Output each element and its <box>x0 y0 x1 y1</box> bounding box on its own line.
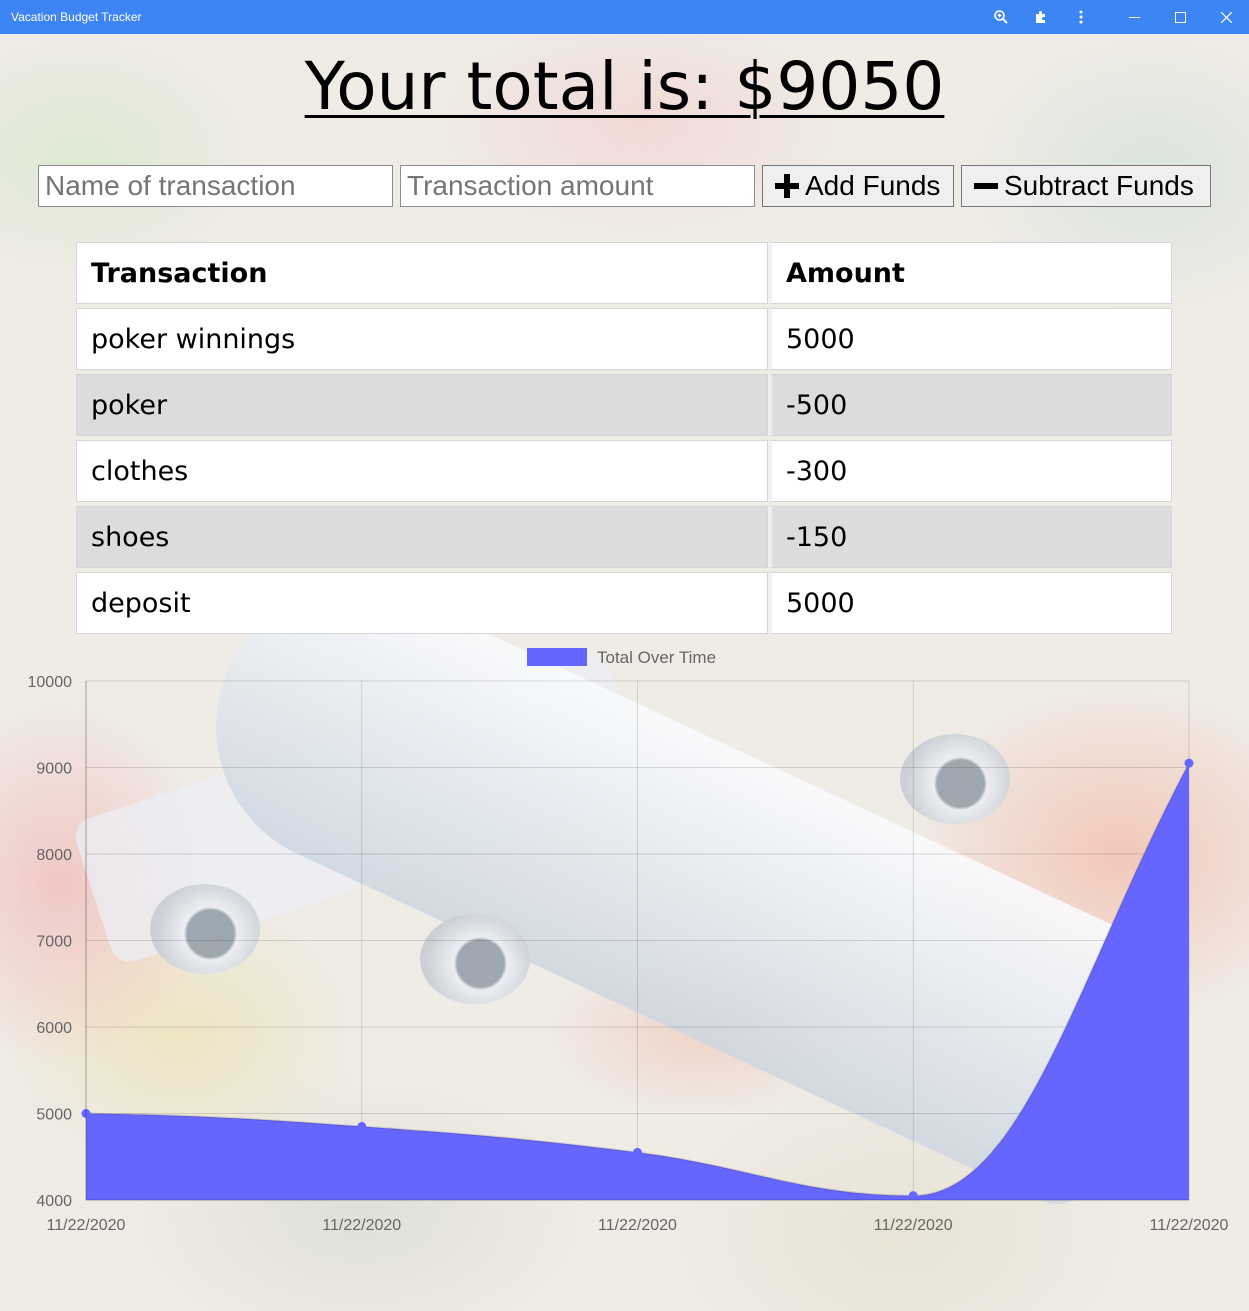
transactions-table: Transaction Amount poker winnings 5000 p… <box>76 238 1172 638</box>
data-point <box>1184 758 1194 768</box>
maximize-icon[interactable] <box>1157 0 1203 34</box>
chart-canvas: 4000 5000 6000 7000 8000 9000 10000 11/22/2020 1… <box>28 648 1229 1234</box>
header-amount: Amount <box>768 242 1172 304</box>
extensions-icon[interactable] <box>1021 0 1061 34</box>
x-tick-label: 11/22/2020 <box>1150 1217 1229 1234</box>
transaction-form: Add Funds Subtract Funds <box>38 165 1211 207</box>
transaction-amount: 5000 <box>768 572 1172 634</box>
table-row: deposit 5000 <box>76 572 1172 634</box>
subtract-funds-button[interactable]: Subtract Funds <box>961 165 1211 207</box>
table-header-row: Transaction Amount <box>76 242 1172 304</box>
zoom-icon[interactable] <box>981 0 1021 34</box>
table-row: shoes -150 <box>76 506 1172 568</box>
minimize-icon[interactable] <box>1111 0 1157 34</box>
transaction-amount: -150 <box>768 506 1172 568</box>
y-tick-label: 6000 <box>36 1020 72 1037</box>
y-tick-label: 9000 <box>36 761 72 778</box>
menu-icon[interactable] <box>1061 0 1101 34</box>
total-over-time-chart: 4000 5000 6000 7000 8000 9000 10000 11/22/2020 1… <box>0 634 1249 1254</box>
add-funds-button[interactable]: Add Funds <box>762 165 954 207</box>
app-main: Your total is: $9050 Add Funds Subtract … <box>0 34 1249 1311</box>
x-tick-label: 11/22/2020 <box>598 1217 677 1234</box>
transaction-amount: -300 <box>768 440 1172 502</box>
table-row: clothes -300 <box>76 440 1172 502</box>
y-tick-label: 8000 <box>36 847 72 864</box>
legend-swatch <box>527 648 587 666</box>
data-point <box>357 1121 367 1131</box>
data-point <box>908 1191 918 1201</box>
transaction-name: clothes <box>76 440 768 502</box>
y-tick-label: 10000 <box>28 674 73 691</box>
header-transaction: Transaction <box>76 242 768 304</box>
y-tick-label: 7000 <box>36 934 72 951</box>
total-heading: Your total is: $9050 <box>0 48 1249 125</box>
x-tick-label: 11/22/2020 <box>322 1217 401 1234</box>
close-icon[interactable] <box>1203 0 1249 34</box>
table-row: poker winnings 5000 <box>76 308 1172 370</box>
transaction-amount: -500 <box>768 374 1172 436</box>
subtract-funds-label: Subtract Funds <box>1004 170 1194 201</box>
plus-icon <box>775 174 799 198</box>
window-titlebar: Vacation Budget Tracker <box>0 0 1249 34</box>
data-point <box>633 1147 642 1157</box>
y-tick-label: 4000 <box>36 1193 72 1210</box>
minus-icon <box>974 174 998 198</box>
window-title: Vacation Budget Tracker <box>11 10 142 24</box>
y-tick-label: 5000 <box>36 1107 72 1124</box>
transaction-name: poker <box>76 374 768 436</box>
transaction-name-input[interactable] <box>38 165 393 207</box>
transaction-amount: 5000 <box>768 308 1172 370</box>
transaction-name: shoes <box>76 506 768 568</box>
add-funds-label: Add Funds <box>805 170 941 201</box>
total-text: Your total is: $9050 <box>304 48 945 125</box>
table-row: poker -500 <box>76 374 1172 436</box>
transaction-name: poker winnings <box>76 308 768 370</box>
transaction-amount-input[interactable] <box>400 165 755 207</box>
x-tick-label: 11/22/2020 <box>874 1217 953 1234</box>
transaction-name: deposit <box>76 572 768 634</box>
x-tick-label: 11/22/2020 <box>47 1217 126 1234</box>
legend-label: Total Over Time <box>597 648 716 667</box>
